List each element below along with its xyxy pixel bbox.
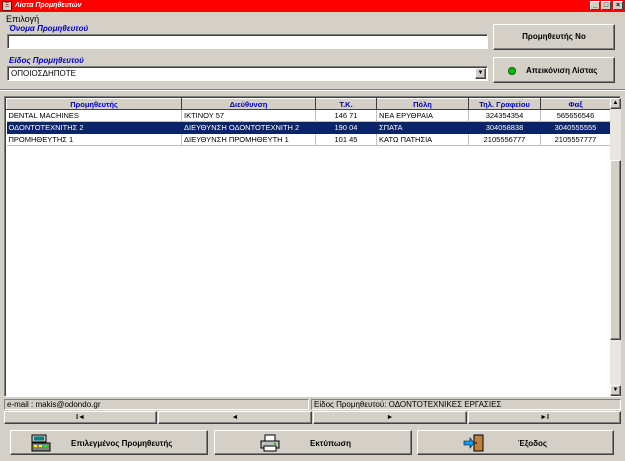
app-icon: Ξ: [2, 1, 12, 11]
previous-record-button[interactable]: ◄: [158, 411, 312, 424]
cell-city[interactable]: ΣΠΑΤΑ: [376, 121, 469, 134]
selected-supplier-label: Επιλεγμένος Προμηθευτής: [71, 439, 173, 448]
last-record-button[interactable]: ►I: [468, 411, 621, 424]
cell-city[interactable]: ΚΑΤΩ ΠΑΤΗΣΙΑ: [376, 133, 469, 146]
cell-fax[interactable]: 565656546: [540, 109, 611, 122]
cell-office-phone[interactable]: 324354354: [468, 109, 541, 122]
previous-record-icon: ◄: [231, 414, 239, 421]
column-header-city[interactable]: Πόλη: [376, 98, 469, 110]
email-status: e-mail : makis@odondo.gr: [4, 399, 309, 410]
supplier-grid[interactable]: Προμηθευτής Διεύθυνση Τ.Κ. Πόλη Τηλ. Γρα…: [4, 96, 621, 397]
vertical-scrollbar[interactable]: ▲ ▼: [610, 98, 621, 396]
next-record-icon: ►: [386, 414, 394, 421]
separator: [0, 90, 625, 91]
supplier-no-label: Προμηθευτής Νο: [522, 32, 586, 41]
scroll-thumb[interactable]: [610, 160, 621, 340]
first-record-button[interactable]: I◄: [4, 411, 157, 424]
scroll-down-icon[interactable]: ▼: [610, 385, 621, 396]
cell-office-phone[interactable]: 304058838: [468, 121, 541, 134]
cell-supplier[interactable]: ΟΔΟΝΤΟΤΕΧΝΙΤΗΣ 2: [6, 121, 182, 134]
print-label: Εκτύπωση: [310, 439, 352, 448]
print-button[interactable]: Εκτύπωση: [214, 430, 412, 455]
column-header-postcode[interactable]: Τ.Κ.: [315, 98, 377, 110]
selected-supplier-button[interactable]: Επιλεγμένος Προμηθευτής: [10, 430, 208, 455]
close-button[interactable]: ×: [613, 1, 623, 10]
exit-door-icon: [463, 434, 484, 452]
exit-label: Έξοδος: [518, 439, 548, 448]
chevron-down-icon[interactable]: ▼: [475, 68, 486, 79]
maximize-button[interactable]: □: [601, 1, 611, 10]
show-list-label: Απεικόνιση Λίστας: [526, 66, 598, 75]
type-status: Είδος Προμηθευτού: ΟΔΟΝΤΟΤΕΧΝΙΚΕΣ ΕΡΓΑΣΙ…: [311, 399, 621, 410]
green-led-icon: [508, 67, 516, 75]
table-row[interactable]: DENTAL MACHINES ΙΚΤΙΝΟΥ 57 146 71 ΝΕΑ ΕΡ…: [6, 109, 611, 122]
cell-supplier[interactable]: DENTAL MACHINES: [6, 109, 182, 122]
table-header-row: Προμηθευτής Διεύθυνση Τ.Κ. Πόλη Τηλ. Γρα…: [6, 98, 611, 110]
title-bar[interactable]: Ξ Λίστα Προμηθευτών _ □ ×: [0, 0, 625, 12]
minimize-button[interactable]: _: [590, 1, 600, 10]
supplier-no-button[interactable]: Προμηθευτής Νο: [493, 24, 615, 50]
cell-address[interactable]: ΔΙΕΥΘΥΝΣΗ ΠΡΟΜΗΘΕΥΤΗ 1: [181, 133, 316, 146]
first-record-icon: I◄: [76, 414, 85, 421]
type-status-text: Είδος Προμηθευτού: ΟΔΟΝΤΟΤΕΧΝΙΚΕΣ ΕΡΓΑΣΙ…: [314, 400, 502, 409]
window-title: Λίστα Προμηθευτών: [15, 2, 82, 9]
cell-postcode[interactable]: 101 45: [315, 133, 377, 146]
cell-supplier[interactable]: ΠΡΟΜΗΘΕΥΤΗΣ 1: [6, 133, 182, 146]
column-header-supplier[interactable]: Προμηθευτής: [6, 98, 182, 110]
cash-register-icon: [31, 434, 51, 452]
cell-address[interactable]: ΙΚΤΙΝΟΥ 57: [181, 109, 316, 122]
supplier-type-label: Είδος Προμηθευτού: [9, 56, 84, 65]
show-list-button[interactable]: Απεικόνιση Λίστας: [493, 57, 615, 83]
table-row[interactable]: ΠΡΟΜΗΘΕΥΤΗΣ 1 ΔΙΕΥΘΥΝΣΗ ΠΡΟΜΗΘΕΥΤΗ 1 101…: [6, 133, 611, 146]
supplier-table: Προμηθευτής Διεύθυνση Τ.Κ. Πόλη Τηλ. Γρα…: [6, 98, 611, 146]
cell-fax[interactable]: 3040555555: [540, 121, 611, 134]
supplier-name-label: Όνομα Προμηθευτού: [9, 24, 89, 33]
supplier-type-select[interactable]: ΟΠΟΙΟΣΔΗΠΟΤΕ ▼: [7, 66, 488, 81]
section-label: Επιλογή: [6, 14, 40, 24]
cell-fax[interactable]: 2105557777: [540, 133, 611, 146]
column-header-fax[interactable]: Φαξ: [540, 98, 611, 110]
supplier-type-value: ΟΠΟΙΟΣΔΗΠΟΤΕ: [11, 69, 76, 78]
printer-icon: [260, 434, 280, 452]
cell-postcode[interactable]: 146 71: [315, 109, 377, 122]
email-status-text: e-mail : makis@odondo.gr: [7, 400, 101, 409]
column-header-address[interactable]: Διεύθυνση: [181, 98, 316, 110]
last-record-icon: ►I: [540, 414, 549, 421]
cell-address[interactable]: ΔΙΕΥΘΥΝΣΗ ΟΔΟΝΤΟΤΕΧΝΙΤΗ 2: [181, 121, 316, 134]
cell-office-phone[interactable]: 2105556777: [468, 133, 541, 146]
cell-city[interactable]: ΝΕΑ ΕΡΥΘΡΑΙΑ: [376, 109, 469, 122]
table-row-selected[interactable]: ΟΔΟΝΤΟΤΕΧΝΙΤΗΣ 2 ΔΙΕΥΘΥΝΣΗ ΟΔΟΝΤΟΤΕΧΝΙΤΗ…: [6, 121, 611, 134]
column-header-office-phone[interactable]: Τηλ. Γραφείου: [468, 98, 541, 110]
cell-postcode[interactable]: 190 04: [315, 121, 377, 134]
exit-button[interactable]: Έξοδος: [417, 430, 614, 455]
supplier-name-input[interactable]: [7, 34, 488, 49]
scroll-up-icon[interactable]: ▲: [610, 98, 621, 109]
next-record-button[interactable]: ►: [313, 411, 467, 424]
